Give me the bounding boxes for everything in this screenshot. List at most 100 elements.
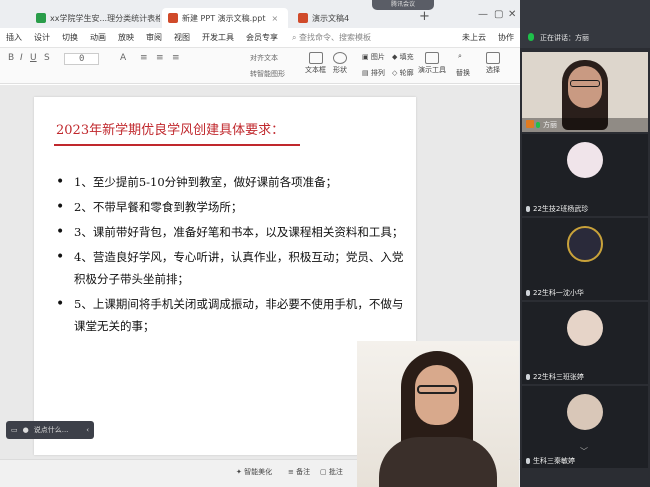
align-right-icon[interactable]: ≡ xyxy=(172,53,180,63)
font-size-field[interactable]: 0 xyxy=(64,53,100,65)
participant-name: 22生科一沈小华 xyxy=(526,288,584,298)
tab-bar: xx学院学生安...理分类统计表格 新建 PPT 演示文稿.ppt × 演示文稿… xyxy=(0,0,520,28)
participant-face xyxy=(568,66,602,108)
tab-ppt-active[interactable]: 新建 PPT 演示文稿.ppt × xyxy=(162,8,288,28)
presenter-video xyxy=(357,341,519,487)
avatar xyxy=(567,226,603,262)
picture-button[interactable]: ▣ 图片 xyxy=(362,52,385,62)
strikethrough-icon[interactable]: S xyxy=(44,53,50,63)
avatar xyxy=(567,142,603,178)
mic-icon xyxy=(526,290,530,296)
select-label: 选择 xyxy=(486,66,500,74)
meeting-pill[interactable]: 腾讯会议 xyxy=(372,0,434,10)
replace-label: 替换 xyxy=(456,69,470,77)
mic-icon xyxy=(526,458,530,464)
picture-label: 图片 xyxy=(370,53,385,61)
speech-hint: 说点什么... xyxy=(33,426,69,434)
meeting-panel: 正在讲话：方丽 ︿ 方丽 22生技2班杨武珍 22生科一沈小华 22生科三班张婷… xyxy=(520,0,650,487)
tab-label: 新建 PPT 演示文稿.ppt xyxy=(182,13,266,23)
comment-button[interactable]: ▢ 批注 xyxy=(320,467,343,477)
participant-tile[interactable]: 22生科一沈小华 xyxy=(522,218,648,300)
tab-spreadsheet[interactable]: xx学院学生安...理分类统计表格 xyxy=(30,8,160,28)
menu-insert[interactable]: 插入 xyxy=(6,32,22,43)
close-icon[interactable]: × xyxy=(271,14,278,23)
menu-developer[interactable]: 开发工具 xyxy=(202,32,234,43)
outline-label: 轮廓 xyxy=(399,69,414,77)
screen-icon[interactable]: ▭ xyxy=(11,426,18,434)
align-center-icon[interactable]: ≡ xyxy=(156,53,164,63)
presenter-body xyxy=(379,437,497,487)
presentation-icon xyxy=(298,13,308,23)
participant-tile[interactable]: 生科三秦敏婷 ﹀ xyxy=(522,386,648,468)
chevron-down-icon[interactable]: ﹀ xyxy=(580,446,588,457)
participant-tile[interactable]: 方丽 xyxy=(522,52,648,132)
mic-icon[interactable]: ● xyxy=(23,426,29,434)
fill-button[interactable]: ◆ 填充 xyxy=(392,52,414,62)
tab-label: xx学院学生安...理分类统计表格 xyxy=(50,13,160,23)
ribbon-toolbar: B I U S 0 A ≡ ≡ ≡ 对齐文本 转智能图形 文本框 形状 ▣ 图片… xyxy=(0,48,520,84)
bullet-item: 3、课前带好背包，准备好笔和书本，以及课程相关资料和工具； xyxy=(56,221,411,243)
command-search[interactable]: ⌕ 查找命令、搜索模板 xyxy=(292,32,371,43)
collapse-icon[interactable]: ‹ xyxy=(86,426,89,434)
presenter-tools-button[interactable]: 演示工具 xyxy=(418,52,446,75)
find-icon: ⌕ xyxy=(458,52,462,60)
mic-icon xyxy=(526,374,530,380)
shape-label: 形状 xyxy=(333,66,347,74)
new-tab-icon[interactable]: + xyxy=(419,9,430,24)
arrange-button[interactable]: ▤ 排列 xyxy=(362,68,385,78)
fill-label: 填充 xyxy=(399,53,414,61)
comment-label: 批注 xyxy=(328,468,343,476)
slide-title[interactable]: 2023年新学期优良学风创建具体要求： xyxy=(56,119,284,138)
find-button[interactable]: ⌕ xyxy=(458,52,462,61)
select-button[interactable]: 选择 xyxy=(486,52,500,75)
font-color-icon[interactable]: A xyxy=(120,53,126,63)
menu-animation[interactable]: 动画 xyxy=(90,32,106,43)
mic-icon xyxy=(526,206,530,212)
align-left-icon[interactable]: ≡ xyxy=(140,53,148,63)
menu-design[interactable]: 设计 xyxy=(34,32,50,43)
bullet-list[interactable]: 1、至少提前5-10分钟到教室，做好课前各项准备； 2、不带早餐和零食到教学场所… xyxy=(56,171,411,340)
spreadsheet-icon xyxy=(36,13,46,23)
search-placeholder: 查找命令、搜索模板 xyxy=(299,33,372,42)
menu-slideshow[interactable]: 放映 xyxy=(118,32,134,43)
replace-button[interactable]: 替换 xyxy=(456,68,470,78)
picture-icon: ▣ xyxy=(362,53,371,61)
participant-glasses xyxy=(570,80,600,87)
panel-header: 正在讲话：方丽 ︿ xyxy=(520,0,650,56)
text-direction-button[interactable]: 对齐文本 xyxy=(250,53,278,63)
participant-tile[interactable]: 22生科三班张婷 xyxy=(522,302,648,384)
presenter-face xyxy=(415,365,459,425)
menu-review[interactable]: 审阅 xyxy=(146,32,162,43)
underline-icon[interactable]: U xyxy=(30,53,37,63)
presentation-icon xyxy=(168,13,178,23)
menu-transition[interactable]: 切换 xyxy=(62,32,78,43)
speech-input-bar[interactable]: ▭ ● 说点什么... ‹ xyxy=(6,421,94,439)
notes-button[interactable]: ≡ 备注 xyxy=(288,467,310,477)
avatar xyxy=(567,394,603,430)
bullet-item: 1、至少提前5-10分钟到教室，做好课前各项准备； xyxy=(56,171,411,193)
bold-icon[interactable]: B xyxy=(8,53,14,63)
notes-icon: ≡ xyxy=(288,468,297,476)
beautify-button[interactable]: ✦ 智能美化 xyxy=(236,467,272,477)
maximize-icon[interactable]: ▢ xyxy=(494,9,503,20)
tab-ppt-4[interactable]: 演示文稿4 xyxy=(292,8,412,28)
close-window-icon[interactable]: ✕ xyxy=(508,9,516,20)
outline-button[interactable]: ◇ 轮廓 xyxy=(392,68,414,78)
collab-button[interactable]: 协作 xyxy=(498,32,514,43)
bullet-item: 2、不带早餐和零食到教学场所； xyxy=(56,196,411,218)
speaking-label: 正在讲话：方丽 xyxy=(540,34,589,42)
participant-tile[interactable]: 22生技2班杨武珍 xyxy=(522,134,648,216)
italic-icon[interactable]: I xyxy=(20,53,23,63)
notes-label: 备注 xyxy=(296,468,311,476)
menu-view[interactable]: 视图 xyxy=(174,32,190,43)
participant-name: 22生科三班张婷 xyxy=(526,372,584,382)
comment-icon: ▢ xyxy=(320,468,329,476)
textbox-button[interactable]: 文本框 xyxy=(305,52,326,75)
bullet-item: 5、上课期间将手机关闭或调成振动，非必要不使用手机，不做与课堂无关的事； xyxy=(56,293,411,337)
smart-art-button[interactable]: 转智能图形 xyxy=(250,69,285,79)
menu-member[interactable]: 会员专享 xyxy=(246,32,278,43)
minimize-icon[interactable]: — xyxy=(478,9,488,20)
shape-button[interactable]: 形状 xyxy=(333,52,347,75)
cloud-status[interactable]: 未上云 xyxy=(462,32,486,43)
participant-name: 22生技2班杨武珍 xyxy=(526,204,588,214)
